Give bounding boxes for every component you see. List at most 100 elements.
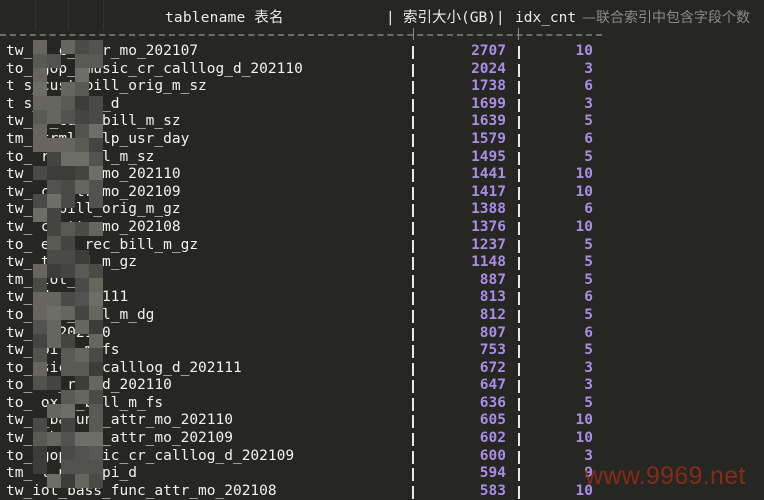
column-separator [412,81,414,95]
mosaic-block [75,82,89,96]
column-separator [518,292,520,306]
header-comment: —联合索引中包含字段个数 [582,10,750,26]
column-separator [518,415,520,429]
idx-cnt-cell: 6 [584,201,593,218]
column-separator [412,433,414,447]
mosaic-block [75,432,89,446]
mosaic-block [89,96,103,110]
idx-cnt-cell: 3 [584,95,593,112]
mosaic-block [61,264,75,278]
mosaic-block [33,460,47,474]
mosaic-block [61,82,75,96]
mosaic-block [89,152,103,166]
mosaic-block [33,334,47,348]
mosaic-block [47,166,61,180]
column-separator [412,204,414,218]
column-separator [412,239,414,253]
mosaic-block [61,362,75,376]
column-separator [518,485,520,499]
mosaic-block [89,390,103,404]
mosaic-block [75,68,89,82]
table-row: tw_ y_2021108076 [0,325,764,343]
column-separator [518,81,520,95]
mosaic-block [75,348,89,362]
column-separator [412,345,414,359]
mosaic-block [47,180,61,194]
column-separator [412,257,414,271]
mosaic-block [47,432,61,446]
mosaic-block [89,432,103,446]
mosaic-block [75,264,89,278]
mosaic-block [89,460,103,474]
mosaic-block [75,292,89,306]
mosaic-block [47,250,61,264]
mosaic-block [47,138,61,152]
idx-cnt-cell: 10 [575,166,593,183]
result-table: tw_ _ c_attr_mo_202107270710to_ gop_ mus… [0,43,764,500]
mosaic-block [33,264,47,278]
mosaic-block [61,432,75,446]
mosaic-block [75,278,89,292]
mosaic-block [47,306,61,320]
column-separator [412,46,414,59]
mosaic-block [75,152,89,166]
table-row: t s_v f_fee_d16993 [0,96,764,114]
column-separator [412,468,414,482]
column-separator [518,327,520,341]
mosaic-block [47,208,61,222]
column-separator [518,468,520,482]
column-separator [412,397,414,411]
idx-cnt-cell: 3 [584,377,593,394]
mosaic-block [61,166,75,180]
table-row: to_ rec_bill_m_dg8125 [0,307,764,325]
mosaic-block [33,418,47,432]
index-size-cell: 602 [479,430,506,447]
mosaic-block [33,446,47,460]
index-size-cell: 887 [479,271,506,288]
column-separator [412,98,414,112]
mosaic-block [33,376,47,390]
mosaic-block [47,96,61,110]
mosaic-block [61,96,75,110]
column-separator [518,433,520,447]
header-tablename: tablename 表名 [165,10,284,26]
mosaic-block [89,306,103,320]
table-row: tw_ bill_m_fs7535 [0,342,764,360]
mosaic-block [89,264,103,278]
index-size-cell: 605 [479,412,506,429]
mosaic-block [89,376,103,390]
column-separator [412,415,414,429]
mosaic-block [89,180,103,194]
table-row: t s_cust_bill_orig_m_sz 1738 6 [0,78,764,96]
mosaic-block [75,250,89,264]
idx-cnt-cell: 5 [584,148,593,165]
mosaic-block [33,306,47,320]
mosaic-block [33,110,47,124]
table-row: to_ ox_ _bill_m_fs 636 5 [0,395,764,413]
mosaic-block [89,320,103,334]
mosaic-block [47,474,61,488]
mosaic-block [89,292,103,306]
index-size-cell: 812 [479,306,506,323]
table-row: tw_ c_attr_mo_202109 1417 10 [0,184,764,202]
mosaic-block [61,348,75,362]
index-size-cell: 647 [479,377,506,394]
column-separator [518,186,520,200]
mosaic-block [33,194,47,208]
mosaic-block [61,446,75,460]
table-row: tw_ _ba unc_attr_mo_202109 602 10 [0,430,764,448]
index-size-cell: 753 [479,342,506,359]
mosaic-block [75,40,89,54]
column-separator [412,274,414,288]
column-separator [518,362,520,376]
mosaic-block [61,152,75,166]
mosaic-block [89,194,103,208]
faint-column-line [35,0,36,30]
mosaic-block [89,404,103,418]
header-index-size: 索引大小(GB)| [403,10,505,26]
idx-cnt-cell: 5 [584,113,593,130]
column-separator [518,380,520,394]
idx-cnt-cell: 3 [584,60,593,77]
mosaic-block [61,292,75,306]
mosaic-block [75,362,89,376]
